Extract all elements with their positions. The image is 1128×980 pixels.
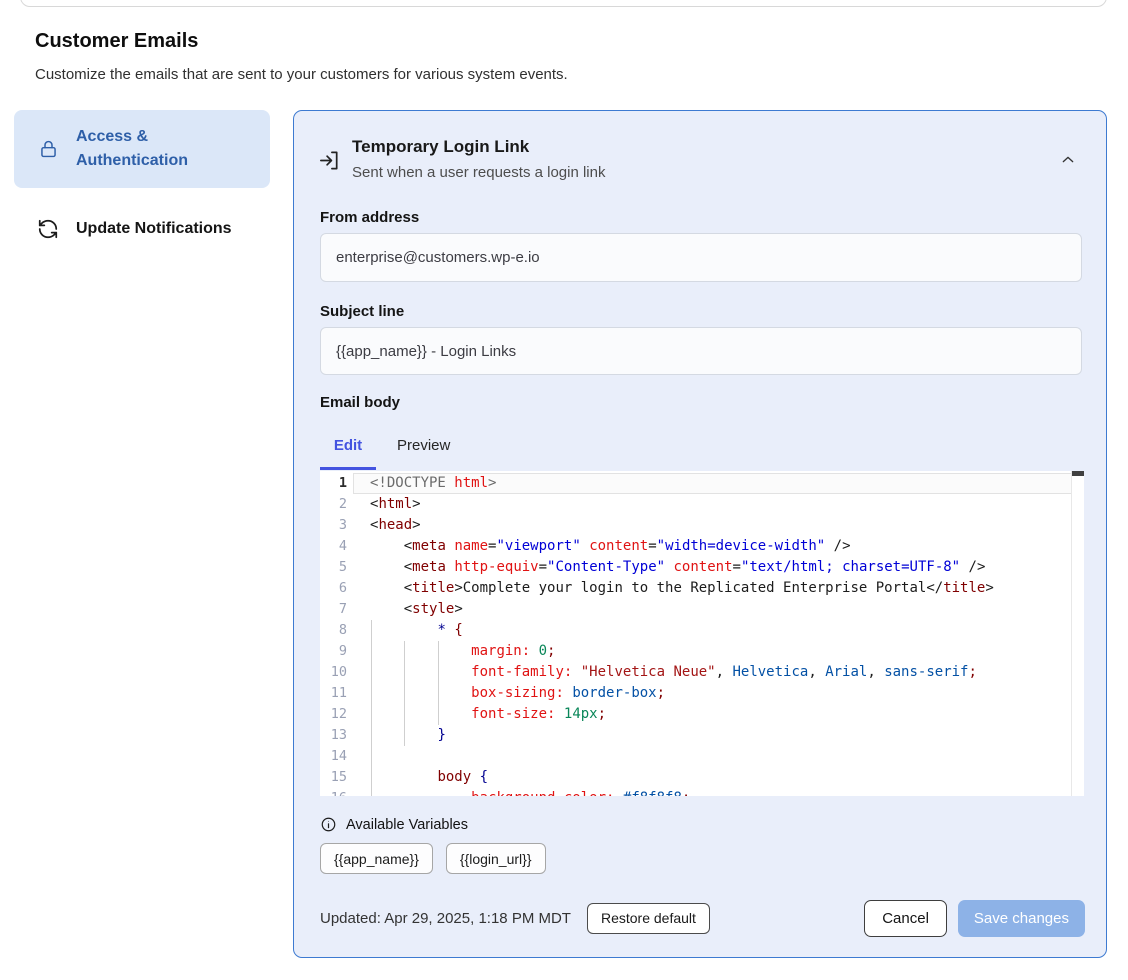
- available-variables-label: Available Variables: [346, 817, 468, 833]
- line-number: 3: [320, 515, 347, 536]
- lock-icon: [36, 138, 60, 160]
- line-number: 13: [320, 725, 347, 746]
- line-number: 10: [320, 662, 347, 683]
- line-number: 1: [320, 473, 347, 494]
- updated-timestamp: Updated: Apr 29, 2025, 1:18 PM MDT: [320, 910, 571, 927]
- sidebar-item-label: Access & Authentication: [76, 125, 236, 173]
- line-number: 7: [320, 599, 347, 620]
- info-icon: [320, 816, 337, 833]
- chevron-up-icon: [1060, 152, 1086, 168]
- line-number: 6: [320, 578, 347, 599]
- card-subtitle: Sent when a user requests a login link: [352, 164, 605, 181]
- line-number: 12: [320, 704, 347, 725]
- line-number: 9: [320, 641, 347, 662]
- email-body-label: Email body: [320, 394, 400, 411]
- code-line[interactable]: 12 font-size: 14px;: [320, 704, 1084, 725]
- line-number: 8: [320, 620, 347, 641]
- cancel-button[interactable]: Cancel: [864, 900, 947, 937]
- available-variables-row: Available Variables: [320, 816, 468, 833]
- variable-chips: {{app_name}} {{login_url}}: [320, 843, 546, 874]
- sidebar-item-access-authentication[interactable]: Access & Authentication: [14, 110, 270, 188]
- code-line[interactable]: 16 background-color: #f8f8f8;: [320, 788, 1084, 796]
- code-line[interactable]: 7 <style>: [320, 599, 1084, 620]
- editor-scrollbar-thumb[interactable]: [1072, 471, 1084, 476]
- code-line[interactable]: 9 margin: 0;: [320, 641, 1084, 662]
- code-line[interactable]: 4 <meta name="viewport" content="width=d…: [320, 536, 1084, 557]
- subject-line-label: Subject line: [320, 303, 404, 320]
- editor-scrollbar[interactable]: [1071, 471, 1084, 796]
- sidebar: Access & Authentication Update Notificat…: [14, 110, 270, 253]
- code-line[interactable]: 3<head>: [320, 515, 1084, 536]
- refresh-icon: [36, 218, 60, 240]
- previous-card-bottom-edge: [20, 0, 1107, 7]
- code-line[interactable]: 10 font-family: "Helvetica Neue", Helvet…: [320, 662, 1084, 683]
- code-line[interactable]: 6 <title>Complete your login to the Repl…: [320, 578, 1084, 599]
- tab-preview[interactable]: Preview: [397, 437, 450, 454]
- code-line[interactable]: 1<!DOCTYPE html>: [320, 473, 1084, 494]
- line-number: 5: [320, 557, 347, 578]
- page-title: Customer Emails: [35, 30, 198, 53]
- code-line[interactable]: 11 box-sizing: border-box;: [320, 683, 1084, 704]
- code-line[interactable]: 15 body {: [320, 767, 1084, 788]
- card-title: Temporary Login Link: [352, 137, 529, 157]
- variable-chip-login-url[interactable]: {{login_url}}: [446, 843, 546, 874]
- page-subtitle: Customize the emails that are sent to yo…: [35, 66, 568, 83]
- restore-default-button[interactable]: Restore default: [587, 903, 710, 934]
- active-tab-underline: [320, 467, 376, 470]
- line-number: 4: [320, 536, 347, 557]
- variable-chip-app-name[interactable]: {{app_name}}: [320, 843, 433, 874]
- code-editor-lines: 1<!DOCTYPE html>2<html>3<head>4 <meta na…: [320, 471, 1084, 796]
- tab-edit[interactable]: Edit: [320, 437, 376, 454]
- subject-line-input[interactable]: [320, 327, 1082, 375]
- code-line[interactable]: 14: [320, 746, 1084, 767]
- sidebar-item-update-notifications[interactable]: Update Notifications: [14, 205, 270, 253]
- code-editor[interactable]: 1<!DOCTYPE html>2<html>3<head>4 <meta na…: [320, 471, 1084, 796]
- line-number: 14: [320, 746, 347, 767]
- code-line[interactable]: 13 }: [320, 725, 1084, 746]
- line-number: 11: [320, 683, 347, 704]
- collapse-button[interactable]: [1060, 147, 1086, 173]
- login-icon: [318, 149, 341, 172]
- code-line[interactable]: 5 <meta http-equiv="Content-Type" conten…: [320, 557, 1084, 578]
- email-settings-card: Temporary Login Link Sent when a user re…: [293, 110, 1107, 958]
- from-address-input[interactable]: [320, 233, 1082, 282]
- code-line[interactable]: 2<html>: [320, 494, 1084, 515]
- save-changes-button[interactable]: Save changes: [958, 900, 1085, 937]
- line-number: 16: [320, 788, 347, 796]
- line-number: 15: [320, 767, 347, 788]
- code-line[interactable]: 8 * {: [320, 620, 1084, 641]
- card-footer: Updated: Apr 29, 2025, 1:18 PM MDT Resto…: [320, 899, 1085, 937]
- from-address-label: From address: [320, 209, 419, 226]
- line-number: 2: [320, 494, 347, 515]
- sidebar-item-label: Update Notifications: [76, 217, 236, 241]
